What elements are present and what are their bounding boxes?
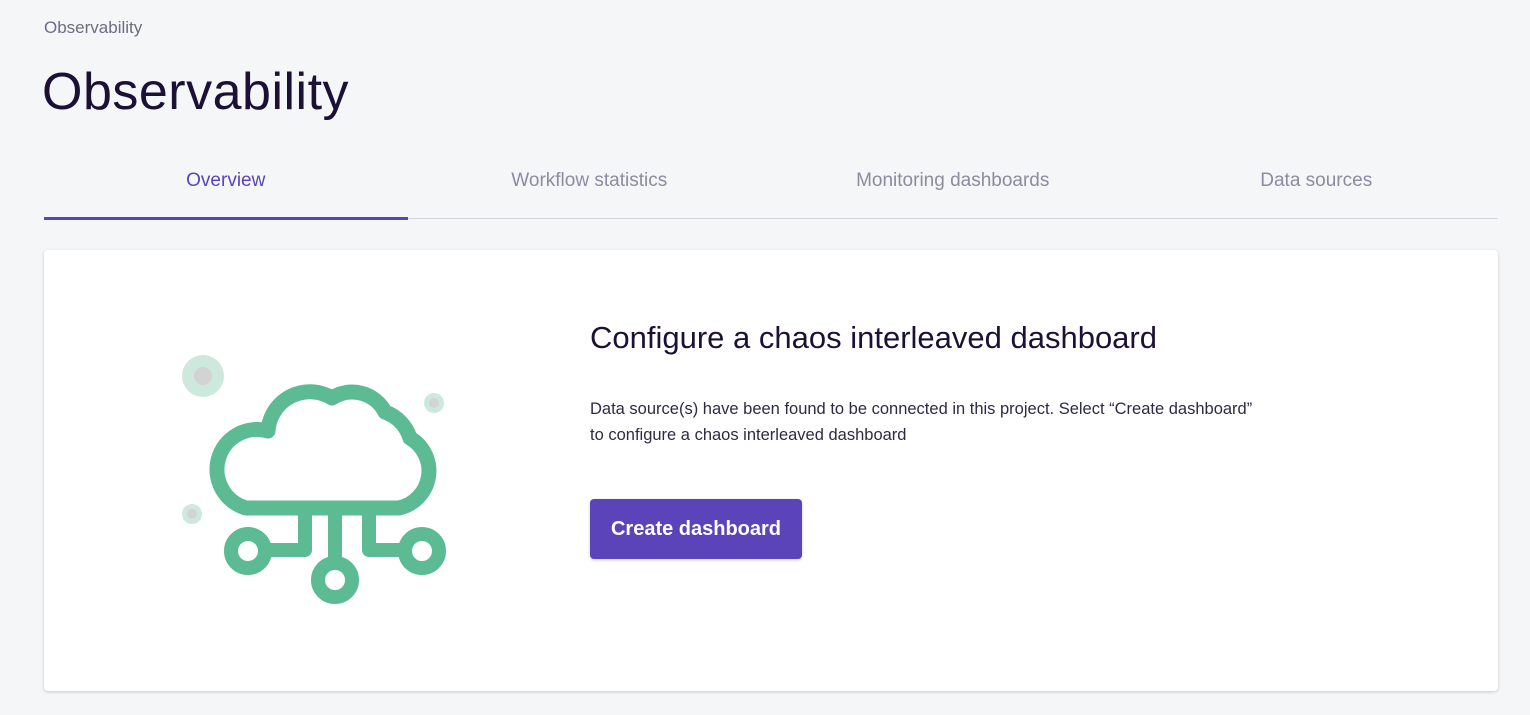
card-title: Configure a chaos interleaved dashboard bbox=[590, 320, 1157, 355]
card-description: Data source(s) have been found to be con… bbox=[590, 396, 1350, 448]
cloud-network-icon bbox=[179, 350, 459, 610]
tab-data-sources[interactable]: Data sources bbox=[1135, 152, 1499, 218]
breadcrumb[interactable]: Observability bbox=[44, 18, 142, 38]
tab-workflow-statistics[interactable]: Workflow statistics bbox=[408, 152, 772, 218]
tab-overview[interactable]: Overview bbox=[44, 152, 408, 220]
card-description-line-1: Data source(s) have been found to be con… bbox=[590, 400, 1253, 418]
card-description-line-2: to configure a chaos interleaved dashboa… bbox=[590, 426, 907, 444]
tab-bar: Overview Workflow statistics Monitoring … bbox=[44, 152, 1499, 220]
tab-monitoring-dashboards[interactable]: Monitoring dashboards bbox=[771, 152, 1135, 218]
observability-page: Observability Observability Overview Wor… bbox=[0, 0, 1530, 715]
create-dashboard-button[interactable]: Create dashboard bbox=[590, 499, 802, 559]
configure-dashboard-card: Configure a chaos interleaved dashboard … bbox=[44, 250, 1498, 691]
page-title: Observability bbox=[42, 63, 350, 121]
